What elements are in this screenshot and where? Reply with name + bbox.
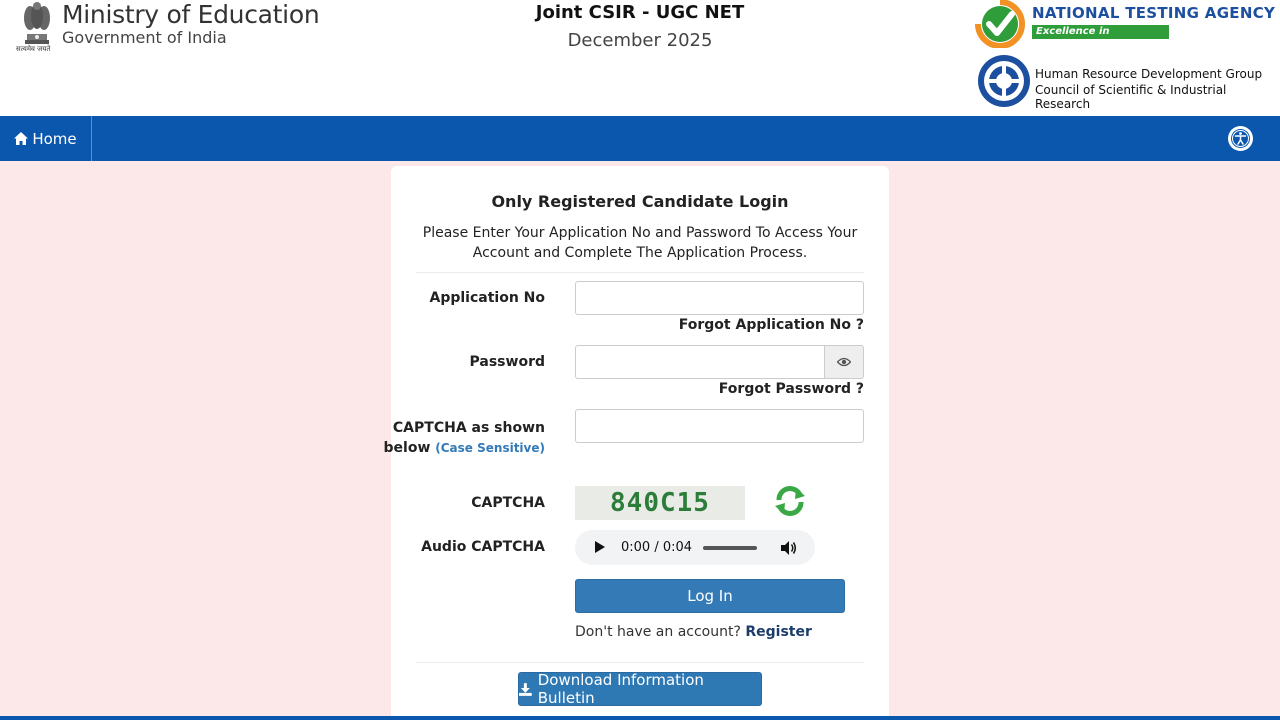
nav-home-label: Home: [32, 129, 77, 148]
captcha-image: 840C15: [575, 486, 745, 520]
login-description: Please Enter Your Application No and Pas…: [422, 225, 858, 261]
nav-home-link[interactable]: Home: [0, 116, 92, 161]
audio-progress-bar[interactable]: [703, 546, 757, 550]
audio-captcha-label: Audio CAPTCHA: [421, 539, 545, 555]
captcha-label: CAPTCHA: [471, 495, 545, 511]
home-icon: [14, 132, 29, 145]
csir-group-name: Human Resource Development Group: [1035, 67, 1263, 81]
no-account-text: Don't have an account?: [575, 624, 741, 640]
login-title: Only Registered Candidate Login: [491, 192, 789, 211]
download-icon: [519, 682, 532, 696]
csir-council-name: Council of Scientific & Industrial Resea…: [1035, 83, 1227, 111]
play-icon[interactable]: [595, 541, 605, 553]
application-no-input[interactable]: [575, 281, 864, 315]
divider: [416, 662, 864, 663]
register-prompt: Don't have an account? Register: [575, 624, 812, 640]
download-bulletin-button[interactable]: Download Information Bulletin: [518, 671, 762, 707]
password-label: Password: [469, 354, 545, 370]
audio-time: 0:00 / 0:04: [621, 540, 693, 555]
eye-icon: [837, 357, 851, 367]
nta-name: NATIONAL TESTING AGENCY: [1032, 4, 1276, 22]
login-button[interactable]: Log In: [575, 579, 845, 613]
forgot-application-no-link[interactable]: Forgot Application No ?: [679, 317, 864, 333]
accessibility-icon: [1231, 129, 1250, 148]
nta-logo-icon: [975, 0, 1025, 48]
case-sensitive-note: (Case Sensitive): [435, 441, 545, 455]
application-no-label: Application No: [429, 290, 545, 306]
show-password-button[interactable]: [824, 345, 864, 379]
volume-icon[interactable]: [779, 539, 797, 557]
main-navbar: Home: [0, 116, 1280, 161]
footer-bar: [0, 716, 1280, 720]
csir-logo-icon: [978, 55, 1030, 107]
captcha-input-label: CAPTCHA as shown below (Case Sensitive): [345, 418, 545, 458]
site-header: सत्यमेव जयते Ministry of Education Gover…: [0, 0, 1280, 116]
login-card: Only Registered Candidate Login Please E…: [384, 166, 889, 720]
nta-tagline: Excellence in Assessment: [1032, 25, 1169, 51]
download-bulletin-label: Download Information Bulletin: [537, 671, 704, 707]
password-input[interactable]: [575, 345, 825, 379]
captcha-input[interactable]: [575, 409, 864, 443]
refresh-captcha-icon[interactable]: [773, 484, 807, 518]
audio-captcha-player: 0:00 / 0:04: [575, 530, 815, 565]
accessibility-button[interactable]: [1228, 126, 1253, 151]
divider: [416, 272, 864, 273]
forgot-password-link[interactable]: Forgot Password ?: [719, 381, 864, 397]
register-link[interactable]: Register: [745, 624, 812, 640]
